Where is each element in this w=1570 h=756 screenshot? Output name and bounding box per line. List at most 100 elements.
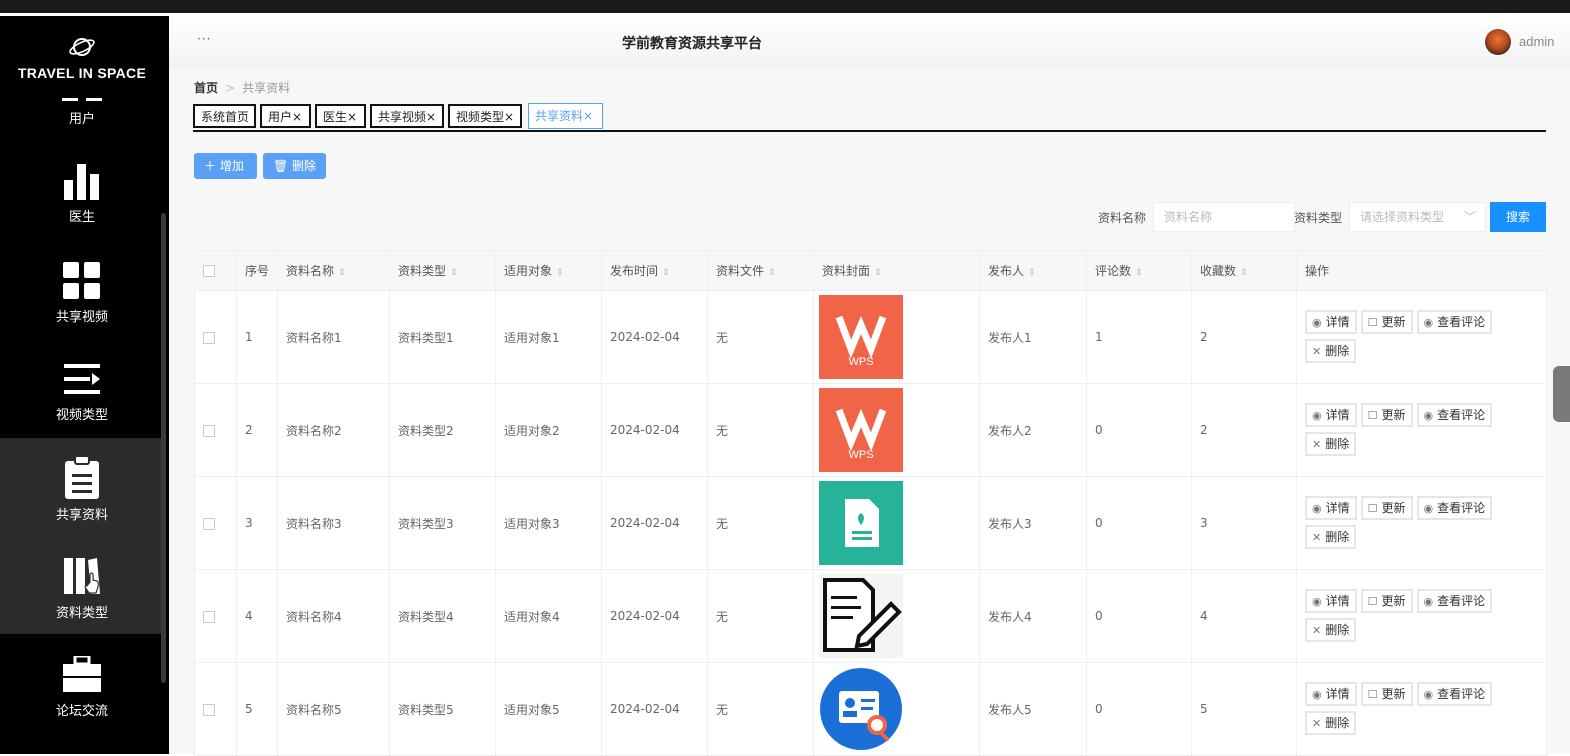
brand: TRAVEL IN SPACE xyxy=(0,34,164,81)
col-name-label: 资料名称 xyxy=(286,264,335,278)
add-button[interactable]: ＋ 增加 xyxy=(194,153,257,179)
col-favorites-label: 收藏数 xyxy=(1200,264,1237,278)
header: ··· 学前教育资源共享平台 admin xyxy=(169,16,1570,68)
col-favorites[interactable]: 收藏数 ⇕ xyxy=(1191,250,1297,291)
sort-icon[interactable]: ⇕ xyxy=(874,268,882,278)
row-publisher: 发布人4 xyxy=(979,569,1087,663)
sidebar-item-material-types[interactable]: 资料类型 xyxy=(0,536,164,634)
grid-icon xyxy=(63,262,100,299)
row-delete-button[interactable]: ✕ 删除 xyxy=(1305,432,1357,456)
delete-button[interactable]: 🗑 删除 xyxy=(263,153,326,179)
eye-icon: ◉ xyxy=(1423,688,1434,701)
row-cover xyxy=(813,476,980,570)
username[interactable]: admin xyxy=(1519,34,1554,49)
view-comments-button[interactable]: ◉ 查看评论 xyxy=(1416,403,1493,427)
sort-icon[interactable]: ⇕ xyxy=(1135,268,1143,278)
sidebar-item-video-types[interactable]: 视频类型 xyxy=(0,362,164,424)
tab-doctors[interactable]: 医生× xyxy=(315,104,366,128)
detail-button[interactable]: ◉ 详情 xyxy=(1305,403,1357,427)
row-delete-button[interactable]: ✕ 删除 xyxy=(1305,525,1357,549)
tab-users[interactable]: 用户× xyxy=(260,104,311,128)
eye-icon: ◉ xyxy=(1423,409,1434,422)
table-row: 2 资料名称2 资料类型2 适用对象2 2024-02-04 无 WPS 发布人… xyxy=(194,383,1547,477)
sidebar-item-forum[interactable]: 论坛交流 xyxy=(0,656,164,719)
side-panel-toggle[interactable] xyxy=(1553,366,1570,422)
sidebar-item-users[interactable]: 用户 xyxy=(0,96,164,132)
sidebar-scrollbar[interactable] xyxy=(161,213,166,683)
detail-button[interactable]: ◉ 详情 xyxy=(1305,310,1357,334)
wps-cover-icon: WPS xyxy=(819,295,903,379)
detail-button[interactable]: ◉ 详情 xyxy=(1305,682,1357,706)
update-button[interactable]: ☐ 更新 xyxy=(1360,310,1413,334)
update-button[interactable]: ☐ 更新 xyxy=(1360,682,1413,706)
col-name[interactable]: 资料名称 ⇕ xyxy=(277,250,390,291)
row-checkbox[interactable] xyxy=(203,610,215,623)
name-search-input[interactable]: 资料名称 xyxy=(1153,202,1295,232)
sort-icon[interactable]: ⇕ xyxy=(662,268,670,278)
col-file[interactable]: 资料文件 ⇕ xyxy=(707,250,814,291)
view-comments-button[interactable]: ◉ 查看评论 xyxy=(1416,682,1493,706)
col-no: 序号 xyxy=(236,250,278,291)
view-comments-label: 查看评论 xyxy=(1437,501,1486,515)
detail-label: 详情 xyxy=(1325,687,1350,701)
avatar[interactable] xyxy=(1485,29,1511,55)
list-icon xyxy=(64,364,100,394)
row-delete-button[interactable]: ✕ 删除 xyxy=(1305,618,1357,642)
select-all-checkbox[interactable] xyxy=(203,265,215,277)
sort-icon[interactable]: ⇕ xyxy=(556,268,564,278)
tab-home[interactable]: 系统首页 xyxy=(193,104,256,128)
sidebar-item-label: 资料类型 xyxy=(55,606,108,621)
row-delete-button[interactable]: ✕ 删除 xyxy=(1305,711,1357,735)
sort-icon[interactable]: ⇕ xyxy=(338,268,346,278)
col-date[interactable]: 发布时间 ⇕ xyxy=(601,250,708,291)
col-cover[interactable]: 资料封面 ⇕ xyxy=(813,250,980,291)
sort-icon[interactable]: ⇕ xyxy=(768,268,776,278)
table-row: 3 资料名称3 资料类型3 适用对象3 2024-02-04 无 发布人3 0 … xyxy=(194,476,1547,570)
row-checkbox[interactable] xyxy=(203,703,215,716)
row-name: 资料名称2 xyxy=(277,383,390,477)
sidebar-item-shared-videos[interactable]: 共享视频 xyxy=(0,262,164,326)
row-cover: WPS xyxy=(813,383,980,477)
row-actions: ◉ 详情 ☐ 更新 ◉ 查看评论 ✕ 删除 xyxy=(1296,383,1547,477)
detail-button[interactable]: ◉ 详情 xyxy=(1305,496,1357,520)
col-file-label: 资料文件 xyxy=(716,264,765,278)
row-date: 2024-02-04 xyxy=(601,569,708,663)
row-comments: 0 xyxy=(1086,383,1192,477)
sort-icon[interactable]: ⇕ xyxy=(450,268,458,278)
type-select[interactable]: 请选择资料类型 ﹀ xyxy=(1349,202,1486,232)
select-all-cell xyxy=(194,250,237,291)
tab-divider xyxy=(193,130,1546,132)
detail-label: 详情 xyxy=(1325,501,1350,515)
breadcrumb-home[interactable]: 首页 xyxy=(194,81,218,95)
tab-video-types[interactable]: 视频类型× xyxy=(448,104,522,128)
sidebar-item-doctors[interactable]: 医生 xyxy=(0,162,164,226)
row-checkbox[interactable] xyxy=(203,517,215,530)
update-label: 更新 xyxy=(1381,315,1406,329)
tab-shared-materials[interactable]: 共享资料× xyxy=(528,103,603,129)
more-menu-icon[interactable]: ··· xyxy=(197,32,211,46)
view-comments-button[interactable]: ◉ 查看评论 xyxy=(1416,496,1493,520)
sidebar-item-shared-materials[interactable]: 共享资料 xyxy=(0,438,164,536)
view-comments-button[interactable]: ◉ 查看评论 xyxy=(1416,310,1493,334)
tab-shared-videos[interactable]: 共享视频× xyxy=(370,104,444,128)
sort-icon[interactable]: ⇕ xyxy=(1028,268,1036,278)
breadcrumb: 首页 > 共享资料 xyxy=(194,79,290,96)
update-button[interactable]: ☐ 更新 xyxy=(1360,496,1413,520)
row-comments: 1 xyxy=(1086,290,1192,384)
col-type[interactable]: 资料类型 ⇕ xyxy=(389,250,496,291)
col-target[interactable]: 适用对象 ⇕ xyxy=(495,250,602,291)
update-button[interactable]: ☐ 更新 xyxy=(1360,403,1413,427)
detail-button[interactable]: ◉ 详情 xyxy=(1305,589,1357,613)
col-publisher[interactable]: 发布人 ⇕ xyxy=(979,250,1087,291)
row-delete-button[interactable]: ✕ 删除 xyxy=(1305,339,1357,363)
row-checkbox[interactable] xyxy=(203,331,215,344)
update-button[interactable]: ☐ 更新 xyxy=(1360,589,1413,613)
search-button[interactable]: 搜索 xyxy=(1490,202,1546,232)
col-comments[interactable]: 评论数 ⇕ xyxy=(1086,250,1192,291)
view-comments-label: 查看评论 xyxy=(1437,315,1486,329)
update-label: 更新 xyxy=(1381,408,1406,422)
sort-icon[interactable]: ⇕ xyxy=(1240,268,1248,278)
col-actions: 操作 xyxy=(1296,250,1547,291)
view-comments-button[interactable]: ◉ 查看评论 xyxy=(1416,589,1493,613)
row-checkbox[interactable] xyxy=(203,424,215,437)
